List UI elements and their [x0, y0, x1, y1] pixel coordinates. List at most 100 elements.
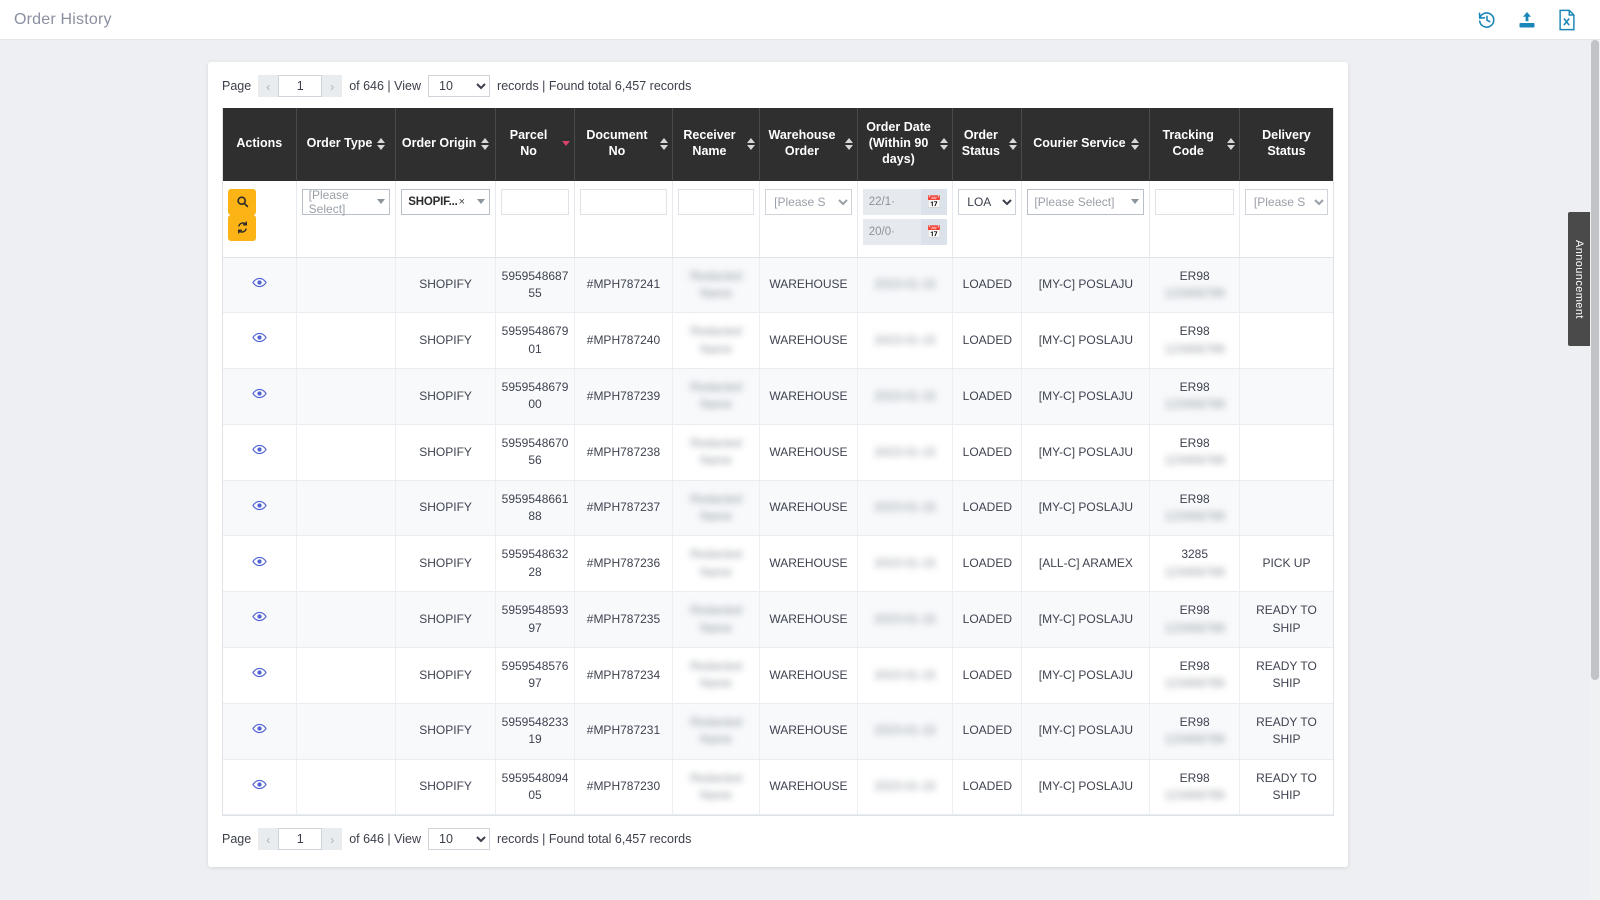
view-order-icon[interactable] — [252, 442, 267, 462]
announcement-tab[interactable]: Announcement — [1568, 212, 1590, 346]
prev-page-button[interactable]: ‹ — [258, 75, 278, 97]
view-order-icon[interactable] — [252, 777, 267, 797]
sort-icon[interactable] — [377, 138, 385, 150]
parcel-no-value: 595954866188 — [502, 492, 569, 523]
delivery-status-value: READY TO SHIP — [1256, 771, 1317, 802]
column-header-order-type[interactable]: Order Type — [296, 108, 396, 180]
table-row[interactable]: SHOPIFY595954863228#MPH787236Redacted Na… — [223, 536, 1333, 592]
prev-page-button[interactable]: ‹ — [258, 828, 278, 850]
view-order-icon[interactable] — [252, 554, 267, 574]
column-header-receiver-name[interactable]: Receiver Name — [672, 108, 759, 180]
warehouse-order-filter-select[interactable]: [Please S — [765, 189, 852, 215]
cell-receiver-name: Redacted Name — [672, 480, 759, 536]
reset-filters-button[interactable] — [228, 215, 256, 241]
filter-cell-order-date: 22/1· 📅 20/0· 📅 — [857, 180, 953, 257]
cell-warehouse-order: WAREHOUSE — [760, 313, 858, 369]
sort-icon[interactable] — [660, 138, 668, 150]
pager-bottom: Page ‹ › of 646 | View 10 records | Foun… — [222, 825, 1334, 853]
chip-remove-icon[interactable]: × — [459, 196, 465, 208]
excel-export-icon[interactable] — [1556, 9, 1578, 31]
order-date-to-field[interactable]: 20/0· 📅 — [863, 219, 948, 245]
table-row[interactable]: SHOPIFY595954857697#MPH787234Redacted Na… — [223, 647, 1333, 703]
column-header-order-origin[interactable]: Order Origin — [396, 108, 496, 180]
cell-document-no: #MPH787239 — [575, 369, 673, 425]
filter-row: [Please Select] SHOPIF...× — [223, 180, 1333, 257]
page-number-input[interactable] — [278, 75, 322, 97]
parcel-no-filter-input[interactable] — [501, 189, 569, 215]
order-status-value: LOADED — [963, 612, 1012, 626]
courier-service-filter-select[interactable]: [Please Select] — [1027, 189, 1144, 215]
pager-total-pages: of 646 | View — [349, 832, 421, 846]
table-row[interactable]: SHOPIFY595954867901#MPH787240Redacted Na… — [223, 313, 1333, 369]
order-origin-value: SHOPIFY — [419, 556, 472, 570]
table-row[interactable]: SHOPIFY595954867056#MPH787238Redacted Na… — [223, 424, 1333, 480]
column-header-order-date-within-90-days[interactable]: Order Date (Within 90 days) — [857, 108, 953, 180]
sort-icon[interactable] — [481, 138, 489, 150]
cell-order-type — [296, 536, 396, 592]
cell-actions — [223, 647, 296, 703]
page-body: Page ‹ › of 646 | View 10 records | Foun… — [0, 40, 1600, 900]
table-row[interactable]: SHOPIFY595954866188#MPH787237Redacted Na… — [223, 480, 1333, 536]
table-row[interactable]: SHOPIFY595954867900#MPH787239Redacted Na… — [223, 369, 1333, 425]
view-order-icon[interactable] — [252, 609, 267, 629]
column-header-label: Actions — [236, 136, 282, 152]
view-order-icon[interactable] — [252, 330, 267, 350]
view-order-icon[interactable] — [252, 498, 267, 518]
sort-icon[interactable] — [747, 138, 755, 150]
records-per-page-select[interactable]: 10 — [428, 828, 490, 850]
sort-icon[interactable] — [845, 138, 853, 150]
view-order-icon[interactable] — [252, 665, 267, 685]
redacted-value: 123456789 — [1165, 675, 1225, 692]
table-row[interactable]: SHOPIFY595954809405#MPH787230Redacted Na… — [223, 759, 1333, 815]
view-order-icon[interactable] — [252, 386, 267, 406]
column-header-label: Order Origin — [402, 136, 476, 152]
view-order-icon[interactable] — [252, 721, 267, 741]
next-page-button[interactable]: › — [322, 828, 342, 850]
redacted-value: Redacted Name — [678, 379, 754, 414]
cell-order-date: 2023-01-15 — [857, 703, 953, 759]
cell-order-type — [296, 480, 396, 536]
order-type-filter-select[interactable]: [Please Select] — [302, 189, 391, 215]
filter-cell-delivery-status: [Please S — [1239, 180, 1333, 257]
receiver-name-filter-input[interactable] — [678, 189, 754, 215]
delivery-status-filter-select[interactable]: [Please S — [1245, 189, 1328, 215]
column-header-courier-service[interactable]: Courier Service — [1022, 108, 1150, 180]
document-no-filter-input[interactable] — [580, 189, 667, 215]
header-row: Actions Order Type Order Origin Parcel NoDo… — [223, 108, 1333, 180]
parcel-no-value: 595954857697 — [502, 659, 569, 690]
cell-delivery-status — [1239, 424, 1333, 480]
column-header-order-status[interactable]: Order Status — [953, 108, 1022, 180]
calendar-icon[interactable]: 📅 — [921, 189, 947, 215]
redacted-value: Redacted Name — [678, 546, 754, 581]
records-per-page-select[interactable]: 10 — [428, 75, 490, 97]
history-icon[interactable] — [1476, 9, 1498, 31]
order-status-filter-select[interactable]: LOA — [958, 189, 1016, 215]
sort-icon[interactable] — [1009, 138, 1017, 150]
next-page-button[interactable]: › — [322, 75, 342, 97]
order-origin-filter-select[interactable]: SHOPIF...× — [401, 189, 490, 215]
order-date-from-field[interactable]: 22/1· 📅 — [863, 189, 948, 215]
sort-icon[interactable] — [1131, 138, 1139, 150]
tracking-code-filter-input[interactable] — [1155, 189, 1233, 215]
column-header-tracking-code[interactable]: Tracking Code — [1150, 108, 1239, 180]
column-header-parcel-no[interactable]: Parcel No — [495, 108, 574, 180]
cell-actions — [223, 369, 296, 425]
column-header-document-no[interactable]: Document No — [575, 108, 673, 180]
table-row[interactable]: SHOPIFY595954859397#MPH787235Redacted Na… — [223, 592, 1333, 648]
scrollbar-thumb[interactable] — [1591, 40, 1599, 680]
table-row[interactable]: SHOPIFY595954868755#MPH787241Redacted Na… — [223, 257, 1333, 313]
sort-desc-icon[interactable] — [562, 141, 570, 146]
table-row[interactable]: SHOPIFY595954823319#MPH787231Redacted Na… — [223, 703, 1333, 759]
cell-tracking-code: ER98123456789 — [1150, 369, 1239, 425]
sort-icon[interactable] — [1227, 138, 1235, 150]
upload-icon[interactable] — [1516, 9, 1538, 31]
cell-order-type — [296, 257, 396, 313]
courier-service-value: [MY-C] POSLAJU — [1039, 723, 1133, 737]
calendar-icon[interactable]: 📅 — [921, 219, 947, 245]
page-number-input[interactable] — [278, 828, 322, 850]
sort-icon[interactable] — [940, 138, 948, 150]
column-header-warehouse-order[interactable]: Warehouse Order — [760, 108, 858, 180]
view-order-icon[interactable] — [252, 275, 267, 295]
search-button[interactable] — [228, 189, 256, 215]
page-scrollbar[interactable] — [1590, 40, 1600, 900]
